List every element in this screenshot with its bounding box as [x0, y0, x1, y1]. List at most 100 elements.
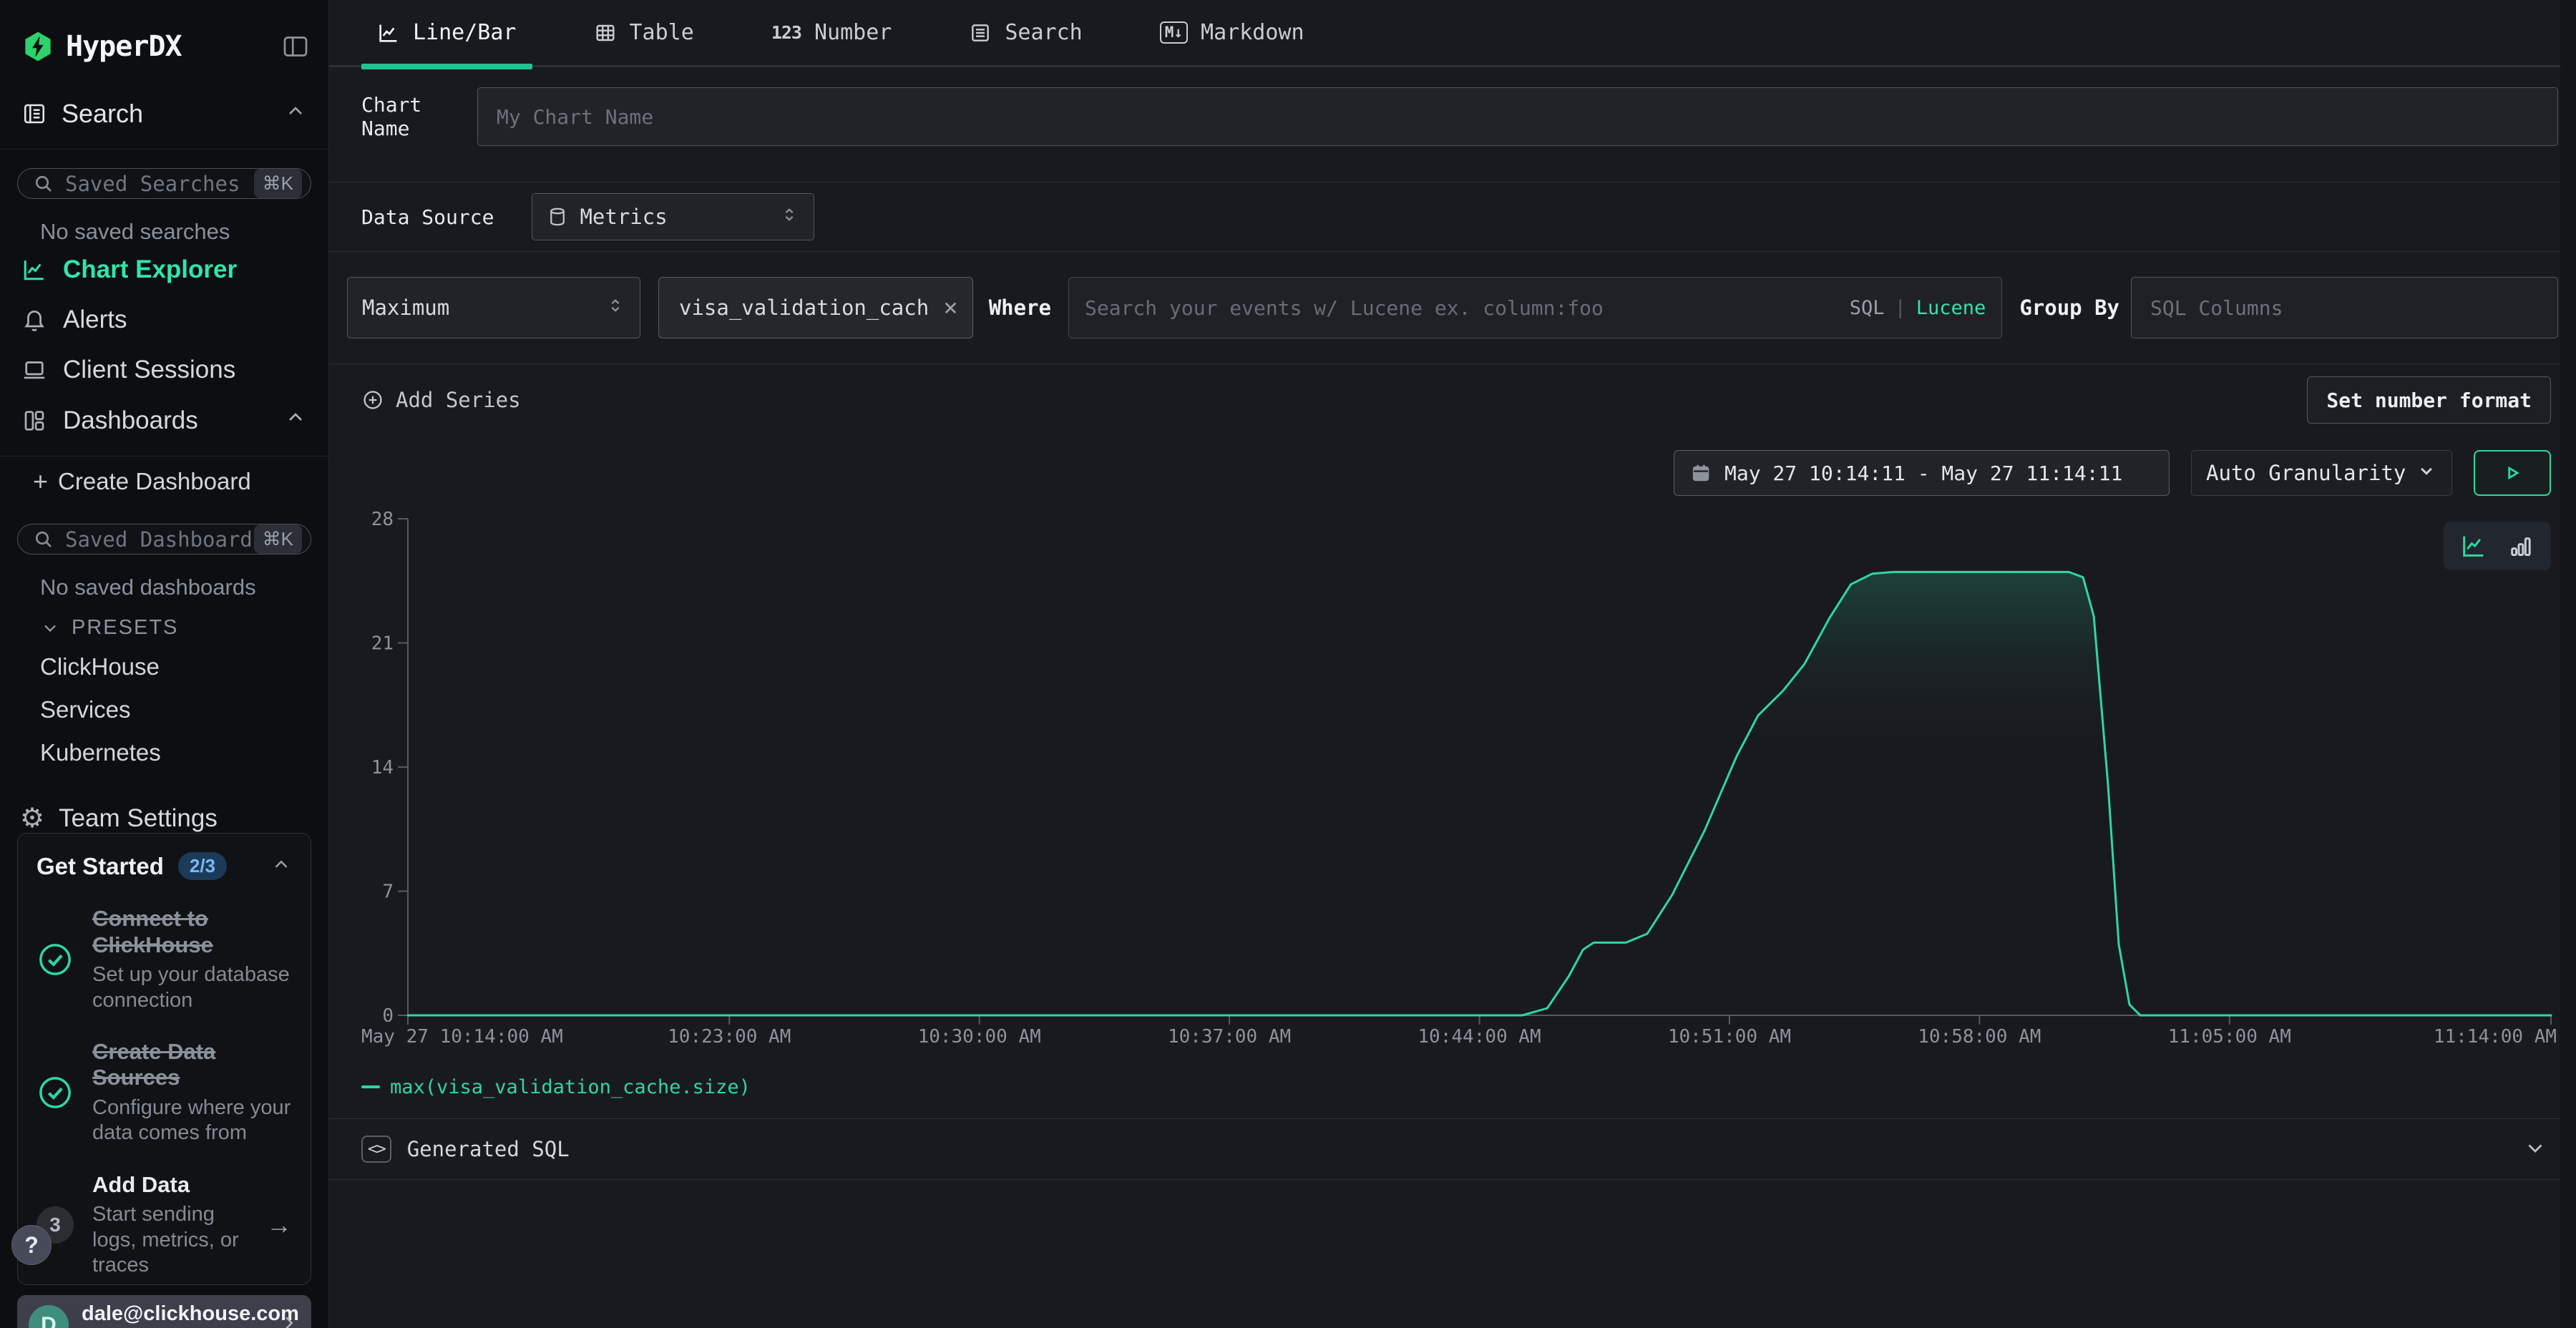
task-subtitle: Set up your database connection	[92, 962, 292, 1013]
avatar: D	[29, 1305, 69, 1328]
plus-icon: +	[33, 469, 48, 494]
svg-text:10:58:00 AM: 10:58:00 AM	[1918, 1026, 2041, 1048]
sidebar-item-label: Alerts	[63, 306, 127, 334]
team-settings-button[interactable]: ⚙ Team Settings	[0, 774, 328, 833]
chart-type-toggle	[2444, 522, 2551, 570]
where-search-input[interactable]	[1085, 296, 1850, 320]
add-series-button[interactable]: Add Series	[361, 388, 521, 412]
scrollbar-gutter[interactable]	[2560, 0, 2576, 1328]
metric-chip[interactable]: visa_validation_cach ×	[658, 277, 973, 338]
preset-services[interactable]: Services	[0, 688, 328, 731]
sql-toggle[interactable]: SQL	[1850, 297, 1885, 319]
create-dashboard-button[interactable]: + Create Dashboard	[0, 456, 328, 505]
user-email: dale@clickhouse.com	[82, 1302, 265, 1326]
laptop-icon	[21, 357, 47, 383]
no-saved-dashboards-text: No saved dashboards	[0, 555, 328, 600]
remove-metric-icon[interactable]: ×	[943, 296, 957, 320]
get-started-item-connect[interactable]: Connect to ClickHouse Set up your databa…	[36, 906, 292, 1013]
team-settings-label: Team Settings	[59, 804, 218, 833]
collapse-sidebar-button[interactable]	[281, 32, 310, 61]
line-chart-toggle[interactable]	[2459, 532, 2488, 560]
help-button[interactable]: ?	[11, 1225, 52, 1265]
chart-legend: max(visa_validation_cache.size)	[361, 1071, 2576, 1103]
chevron-right-icon	[278, 1312, 300, 1328]
task-title: Create Data Sources	[92, 1039, 292, 1091]
get-started-header[interactable]: Get Started 2/3	[36, 852, 292, 880]
generated-sql-panel[interactable]: <> Generated SQL	[329, 1118, 2576, 1180]
sidebar-item-chart-explorer[interactable]: Chart Explorer	[0, 245, 328, 295]
tab-label: Markdown	[1201, 20, 1304, 45]
sidebar: HyperDX Search ⌘K No sav	[0, 0, 329, 1328]
chevron-up-icon[interactable]	[284, 406, 307, 435]
sidebar-item-alerts[interactable]: Alerts	[0, 295, 328, 345]
aggregation-value: Maximum	[362, 296, 449, 320]
main-content: Line/Bar Table 123 Number Search	[329, 0, 2576, 1328]
app-title: HyperDX	[66, 30, 182, 63]
tab-label: Line/Bar	[413, 20, 517, 45]
sidebar-section-search[interactable]: Search	[0, 70, 328, 139]
set-number-format-button[interactable]: Set number format	[2307, 376, 2551, 424]
select-updown-icon	[779, 205, 799, 230]
logo-row: HyperDX	[0, 0, 328, 70]
preset-clickhouse[interactable]: ClickHouse	[0, 645, 328, 688]
saved-searches-field[interactable]	[65, 172, 254, 196]
svg-text:14: 14	[371, 757, 394, 778]
aggregation-select[interactable]: Maximum	[347, 277, 640, 338]
granularity-select[interactable]: Auto Granularity	[2191, 450, 2452, 496]
hyperdx-logo-icon	[21, 30, 54, 63]
saved-searches-input[interactable]: ⌘K	[17, 168, 311, 199]
chevron-up-icon[interactable]	[270, 854, 292, 879]
panel-left-icon	[281, 32, 310, 61]
svg-text:10:51:00 AM: 10:51:00 AM	[1668, 1026, 1791, 1048]
tab-markdown[interactable]: M↓ Markdown	[1144, 0, 1320, 67]
run-query-button[interactable]	[2474, 450, 2551, 496]
page: HyperDX Search ⌘K No sav	[0, 0, 2576, 1328]
date-range-picker[interactable]: May 27 10:14:11 - May 27 11:14:11	[1674, 450, 2170, 496]
tab-number[interactable]: 123 Number	[756, 0, 908, 67]
task-subtitle: Configure where your data comes from	[92, 1095, 292, 1146]
saved-dashboards-input[interactable]: ⌘K	[17, 524, 311, 555]
data-source-label: Data Source	[361, 205, 494, 229]
chart-controls-row: May 27 10:14:11 - May 27 11:14:11 Auto G…	[329, 436, 2576, 510]
tab-table[interactable]: Table	[578, 0, 710, 67]
chevron-up-icon[interactable]	[284, 99, 307, 129]
bar-chart-toggle[interactable]	[2507, 532, 2535, 560]
chart-name-row: Chart Name	[329, 67, 2576, 182]
no-saved-searches-text: No saved searches	[0, 199, 328, 245]
chart-canvas[interactable]: 07142128May 27 10:14:00 AM10:23:00 AM10:…	[361, 510, 2558, 1065]
tab-line-bar[interactable]: Line/Bar	[361, 0, 532, 67]
presets-toggle[interactable]: PRESETS	[0, 600, 328, 645]
get-started-card: Get Started 2/3 Connect to ClickHouse Se…	[17, 833, 311, 1285]
preset-kubernetes[interactable]: Kubernetes	[0, 731, 328, 774]
task-title: Add Data	[92, 1172, 248, 1198]
tab-bar: Line/Bar Table 123 Number Search	[329, 0, 2576, 67]
lucene-toggle[interactable]: Lucene	[1916, 297, 1986, 319]
chart-name-input[interactable]	[477, 87, 2558, 146]
select-updown-icon	[605, 296, 625, 321]
sidebar-item-dashboards[interactable]: Dashboards	[0, 395, 328, 446]
get-started-item-add-data[interactable]: 3 Add Data Start sending logs, metrics, …	[36, 1172, 292, 1279]
user-menu[interactable]: D dale@clickhouse.com dale@clickhouse.co…	[17, 1295, 311, 1328]
data-source-value: Metrics	[580, 205, 667, 229]
group-by-input[interactable]	[2131, 277, 2558, 338]
tab-search[interactable]: Search	[953, 0, 1098, 67]
chevron-down-icon[interactable]	[2523, 1136, 2547, 1163]
data-source-row: Data Source Metrics	[329, 182, 2576, 251]
saved-dashboards-field[interactable]	[65, 527, 254, 552]
tab-label: Number	[814, 20, 892, 45]
generated-sql-label: Generated SQL	[407, 1137, 570, 1161]
shortcut-badge: ⌘K	[254, 524, 302, 554]
markdown-icon: M↓	[1160, 21, 1188, 44]
data-source-select[interactable]: Metrics	[532, 193, 814, 240]
get-started-item-sources[interactable]: Create Data Sources Configure where your…	[36, 1039, 292, 1146]
sidebar-item-client-sessions[interactable]: Client Sessions	[0, 345, 328, 395]
where-input-wrap: SQL | Lucene	[1068, 277, 2002, 338]
search-icon	[32, 172, 55, 195]
task-subtitle: Start sending logs, metrics, or traces	[92, 1202, 248, 1278]
progress-badge: 2/3	[178, 852, 227, 880]
svg-text:11:14:00 AM: 11:14:00 AM	[2434, 1026, 2557, 1048]
play-icon	[2500, 461, 2524, 485]
list-icon	[969, 21, 992, 44]
dashboards-icon	[21, 408, 47, 434]
user-team: dale@clickhouse.com's	[82, 1326, 265, 1328]
